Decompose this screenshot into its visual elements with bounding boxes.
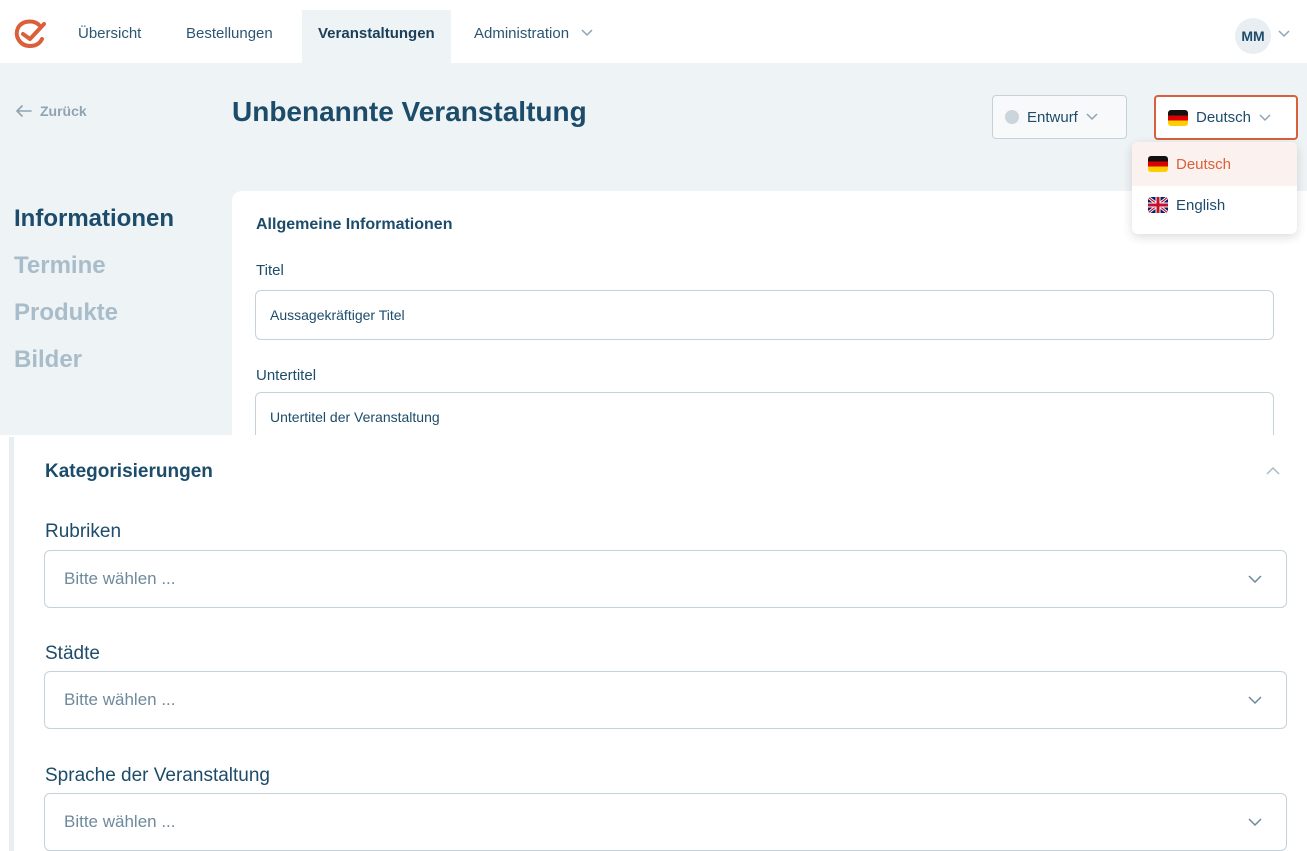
language-option-deutsch[interactable]: Deutsch <box>1132 142 1297 186</box>
language-label: Deutsch <box>1196 109 1252 126</box>
title-label: Titel <box>256 262 284 279</box>
chevron-down-icon <box>1248 575 1262 583</box>
nav-item-veranstaltungen[interactable]: Veranstaltungen <box>302 10 451 63</box>
chevron-down-icon <box>1259 113 1271 122</box>
back-label: Zurück <box>40 103 87 119</box>
flag-de-icon <box>1148 156 1168 172</box>
chevron-down-icon[interactable] <box>1278 30 1290 38</box>
section-nav: Informationen Termine Produkte Bilder <box>14 195 174 383</box>
event-editor-area: Zurück Unbenannte Veranstaltung Entwurf … <box>0 63 1307 435</box>
section-nav-informationen[interactable]: Informationen <box>14 195 174 242</box>
top-nav: Übersicht Bestellungen Veranstaltungen A… <box>0 0 1307 63</box>
subtitle-label: Untertitel <box>256 367 317 384</box>
section-nav-produkte[interactable]: Produkte <box>14 289 174 336</box>
nav-item-administration-label: Administration <box>474 25 570 42</box>
chevron-down-icon <box>1248 818 1262 826</box>
select-placeholder: Bitte wählen ... <box>64 690 176 709</box>
rubriken-select[interactable]: Bitte wählen ... <box>44 550 1287 608</box>
page-title: Unbenannte Veranstaltung <box>232 96 587 127</box>
categorization-heading: Kategorisierungen <box>45 461 213 482</box>
chevron-down-icon <box>1248 696 1262 704</box>
flag-uk-icon <box>1148 197 1168 213</box>
section-nav-bilder[interactable]: Bilder <box>14 336 174 383</box>
status-label: Entwurf <box>1027 108 1078 126</box>
language-select[interactable]: Deutsch <box>1154 95 1298 140</box>
event-language-select[interactable]: Bitte wählen ... <box>44 793 1287 851</box>
back-link[interactable]: Zurück <box>16 103 87 119</box>
staedte-label: Städte <box>45 643 100 664</box>
nav-item-uebersicht[interactable]: Übersicht <box>62 10 157 63</box>
nav-item-administration[interactable]: Administration <box>458 10 609 63</box>
chevron-up-icon[interactable] <box>1266 467 1280 475</box>
language-option-label: English <box>1176 196 1226 214</box>
arrow-left-icon <box>16 105 32 117</box>
panel-accent-bar <box>9 437 14 851</box>
rubriken-label: Rubriken <box>45 521 122 542</box>
chevron-down-icon <box>581 29 593 37</box>
staedte-select[interactable]: Bitte wählen ... <box>44 671 1287 729</box>
categorization-panel: Kategorisierungen Rubriken Bitte wählen … <box>0 437 1307 851</box>
brand-logo-icon[interactable] <box>12 19 48 49</box>
subtitle-input[interactable]: Untertitel der Veranstaltung <box>255 392 1274 435</box>
language-dropdown-menu: Deutsch English <box>1132 142 1297 234</box>
status-select[interactable]: Entwurf <box>992 95 1127 139</box>
avatar[interactable]: MM <box>1235 18 1271 54</box>
section-heading: Allgemeine Informationen <box>256 216 453 233</box>
status-dot-icon <box>1005 110 1019 124</box>
select-placeholder: Bitte wählen ... <box>64 812 176 831</box>
flag-de-icon <box>1168 109 1188 126</box>
select-placeholder: Bitte wählen ... <box>64 569 176 588</box>
section-nav-termine[interactable]: Termine <box>14 242 174 289</box>
nav-item-bestellungen[interactable]: Bestellungen <box>170 10 289 63</box>
chevron-down-icon <box>1086 113 1098 121</box>
event-language-label: Sprache der Veranstaltung <box>45 765 270 786</box>
title-input[interactable]: Aussagekräftiger Titel <box>255 290 1274 340</box>
language-option-english[interactable]: English <box>1132 186 1297 224</box>
language-option-label: Deutsch <box>1176 155 1232 173</box>
